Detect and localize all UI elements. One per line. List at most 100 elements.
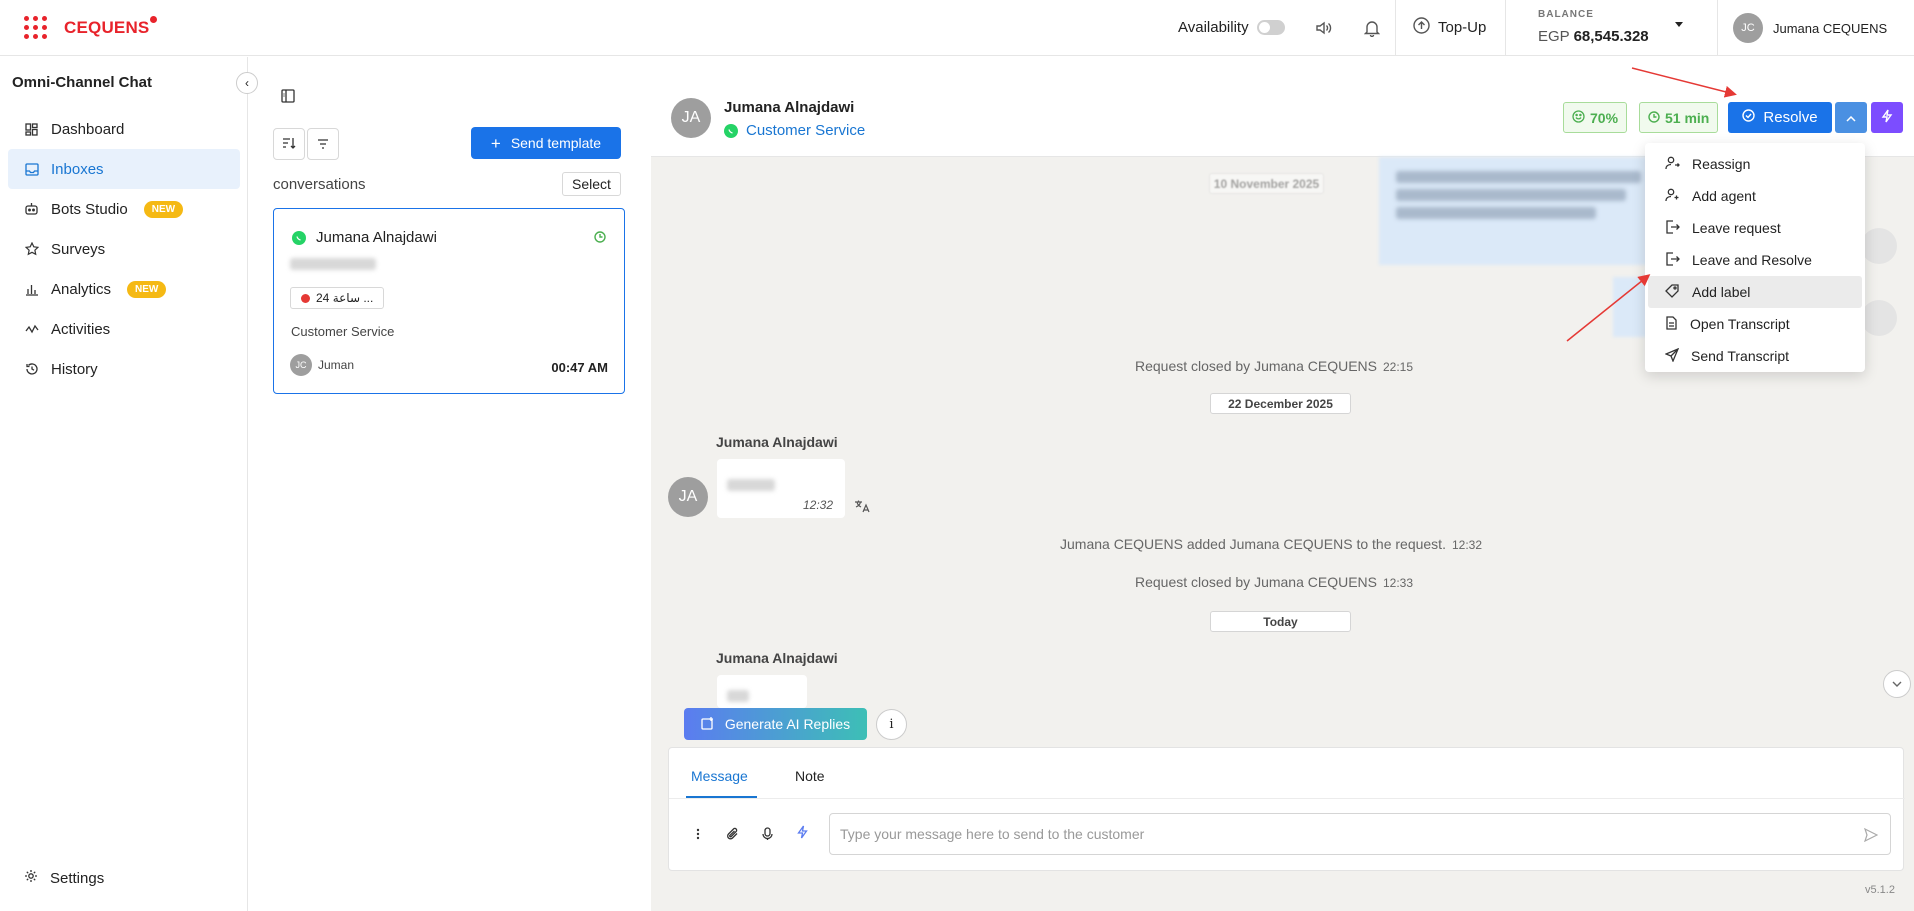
system-message-text: Jumana CEQUENS added Jumana CEQUENS to t… — [1060, 536, 1446, 552]
translate-icon[interactable] — [854, 499, 870, 516]
whatsapp-icon — [292, 230, 306, 245]
info-button[interactable]: i — [876, 709, 907, 740]
user-menu[interactable]: JC Jumana CEQUENS — [1733, 13, 1887, 43]
sidebar-item-analytics[interactable]: Analytics NEW — [8, 269, 240, 309]
logo-text: CEQUENS — [64, 16, 159, 37]
sidebar-item-bots-studio[interactable]: Bots Studio NEW — [8, 189, 240, 229]
sidebar-title: Omni-Channel Chat — [12, 74, 153, 91]
more-vertical-icon[interactable] — [690, 826, 706, 842]
message-input[interactable] — [829, 813, 1891, 855]
filter-button[interactable] — [307, 128, 339, 160]
date-separator: 22 December 2025 — [1210, 393, 1351, 414]
reassign-icon — [1665, 156, 1680, 173]
timer-icon — [594, 230, 606, 246]
conversation-card[interactable]: Jumana Alnajdawi 24 ساعة ... Customer Se… — [273, 208, 625, 394]
balance-dropdown-icon[interactable] — [1675, 22, 1683, 27]
chevron-left-icon: ‹ — [245, 76, 249, 90]
menu-item-label: Reassign — [1692, 156, 1751, 172]
dashboard-icon — [24, 122, 39, 137]
menu-item-label: Leave request — [1692, 220, 1781, 236]
sidebar-item-settings[interactable]: Settings — [24, 869, 104, 887]
system-message: Jumana CEQUENS added Jumana CEQUENS to t… — [1060, 536, 1482, 552]
label-tag-text: 24 ساعة ... — [316, 291, 374, 305]
smiley-icon — [1572, 109, 1585, 126]
avatar: JA — [671, 98, 711, 138]
menu-item-leave-and-resolve[interactable]: Leave and Resolve — [1648, 244, 1862, 276]
sidebar-item-label: Bots Studio — [51, 200, 128, 218]
topup-button[interactable]: Top-Up — [1413, 17, 1486, 38]
bell-icon[interactable] — [1361, 17, 1383, 39]
star-icon — [24, 242, 39, 257]
conversation-team: Customer Service — [291, 324, 395, 339]
user-name: Jumana CEQUENS — [1773, 20, 1888, 36]
menu-item-add-label[interactable]: Add label — [1648, 276, 1862, 308]
resolve-options-button[interactable] — [1835, 102, 1867, 133]
sidebar-nav: Dashboard Inboxes Bots Studio NEW Survey… — [8, 109, 240, 389]
settings-label: Settings — [50, 869, 105, 887]
system-message-text: Request closed by Jumana CEQUENS — [1135, 574, 1377, 590]
apps-grid-icon[interactable] — [24, 16, 48, 40]
bolt-icon[interactable] — [794, 824, 810, 840]
sidebar-item-surveys[interactable]: Surveys — [8, 229, 240, 269]
version-label: v5.1.2 — [1865, 884, 1895, 896]
menu-item-leave-request[interactable]: Leave request — [1648, 212, 1862, 244]
menu-item-label: Send Transcript — [1691, 348, 1790, 364]
panel-toggle-icon[interactable] — [281, 89, 297, 105]
message-sender: Jumana Alnajdawi — [716, 650, 838, 666]
date-separator: 10 November 2025 — [1209, 173, 1324, 194]
label-tag: 24 ساعة ... — [290, 287, 385, 309]
scroll-down-button[interactable] — [1883, 670, 1911, 698]
message-sender: Jumana Alnajdawi — [716, 434, 838, 450]
message-composer: Message Note — [668, 747, 1905, 871]
resolve-options-menu: Reassign Add agent Leave request Leave a… — [1645, 143, 1865, 372]
sidebar-item-dashboard[interactable]: Dashboard — [8, 109, 240, 149]
menu-item-label: Add label — [1692, 284, 1751, 300]
sidebar-item-inboxes[interactable]: Inboxes — [8, 149, 240, 189]
tab-message[interactable]: Message — [691, 768, 748, 784]
tab-note[interactable]: Note — [795, 768, 825, 784]
timer-icon — [1648, 110, 1660, 126]
system-message-time: 12:32 — [1451, 538, 1482, 552]
collapse-sidebar-button[interactable]: ‹ — [236, 72, 258, 94]
system-message-text: Request closed by Jumana CEQUENS — [1135, 358, 1377, 374]
chevron-down-icon — [1892, 678, 1902, 690]
generate-ai-replies-button[interactable]: Generate AI Replies — [684, 708, 867, 740]
sidebar-item-label: Activities — [51, 320, 111, 338]
menu-item-open-transcript[interactable]: Open Transcript — [1648, 308, 1862, 340]
sidebar-item-activities[interactable]: Activities — [8, 309, 240, 349]
system-message-time: 22:15 — [1383, 360, 1414, 374]
sidebar-item-label: History — [51, 360, 98, 378]
send-template-button[interactable]: + Send template — [471, 127, 621, 159]
resolve-button[interactable]: Resolve — [1728, 102, 1832, 133]
contact-team: Customer Service — [724, 122, 865, 139]
menu-item-reassign[interactable]: Reassign — [1648, 148, 1862, 180]
assigned-agent: JC Juman — [290, 354, 354, 376]
quick-actions-button[interactable] — [1871, 102, 1903, 133]
logo[interactable]: CEQUENS — [24, 16, 159, 40]
microphone-icon[interactable] — [759, 826, 775, 842]
menu-item-label: Add agent — [1692, 188, 1756, 204]
menu-item-label: Open Transcript — [1690, 316, 1790, 332]
send-icon[interactable] — [1863, 827, 1879, 845]
avatar — [1861, 228, 1897, 264]
satisfaction-stat: 70% — [1563, 102, 1628, 133]
leave-icon — [1665, 219, 1680, 237]
message-text-blurred — [1396, 189, 1626, 201]
top-bar: CEQUENS Availability Top-Up BALANCE EGP … — [0, 0, 1914, 56]
conversations-panel: + Send template conversations Select Jum… — [249, 57, 651, 911]
sort-button[interactable] — [273, 128, 305, 160]
attachment-icon[interactable] — [724, 826, 740, 842]
select-button[interactable]: Select — [562, 172, 621, 196]
conversation-contact-name: Jumana Alnajdawi — [316, 229, 437, 246]
sidebar-item-label: Surveys — [51, 240, 106, 258]
availability-toggle[interactable] — [1256, 20, 1285, 35]
speaker-icon[interactable] — [1312, 17, 1334, 39]
send-icon — [1664, 347, 1680, 365]
menu-item-send-transcript[interactable]: Send Transcript — [1648, 340, 1862, 372]
conversation-contact: Jumana Alnajdawi — [292, 229, 437, 246]
chevron-up-icon — [1846, 111, 1856, 125]
menu-item-add-agent[interactable]: Add agent — [1648, 180, 1862, 212]
balance-currency: EGP — [1538, 28, 1570, 45]
sidebar-item-history[interactable]: History — [8, 349, 240, 389]
incoming-message — [717, 675, 807, 708]
